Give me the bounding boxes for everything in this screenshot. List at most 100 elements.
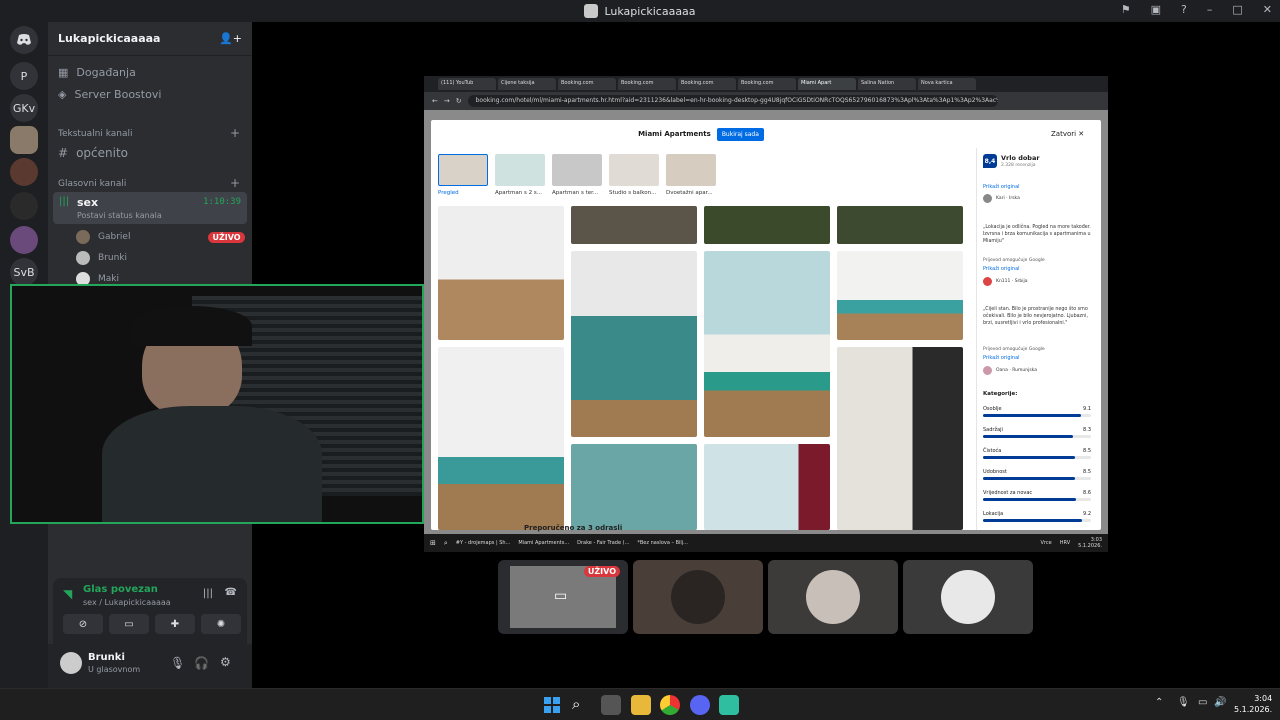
voice-category[interactable]: Glasovni kanali xyxy=(58,179,126,189)
app-icon[interactable] xyxy=(719,695,739,715)
browser-tab[interactable]: Nova kartica xyxy=(918,78,976,90)
browser-tab[interactable]: Salina Nation xyxy=(858,78,916,90)
photo-bathroom-2[interactable] xyxy=(571,444,697,530)
thumb-apartment-2[interactable] xyxy=(495,154,545,186)
photo-kitchen[interactable] xyxy=(438,206,564,340)
server-header[interactable]: Lukapickicaaaaa 👤+ xyxy=(48,22,252,56)
guild-svb[interactable]: SvB xyxy=(10,258,38,286)
photo-bathroom[interactable] xyxy=(571,251,697,437)
minimize-icon[interactable]: – xyxy=(1207,3,1213,16)
show-original-link[interactable]: Prikaži original xyxy=(983,355,1020,361)
show-original-link[interactable]: Prikaži original xyxy=(983,184,1020,190)
user-name[interactable]: Brunki xyxy=(88,652,125,663)
settings-gear-icon[interactable]: ⚙ xyxy=(220,655,231,669)
show-original-link[interactable]: Prikaži original xyxy=(983,266,1020,272)
events-item[interactable]: ▦ Događanja xyxy=(58,66,136,79)
guild-active-avatar[interactable] xyxy=(10,126,38,154)
search-icon[interactable]: ⌕ xyxy=(444,539,448,548)
photo-bathroom-top[interactable] xyxy=(571,206,697,244)
tile-participant[interactable] xyxy=(633,560,763,634)
help-icon[interactable]: ? xyxy=(1181,3,1187,16)
inbox-icon[interactable]: ⚑ xyxy=(1121,3,1131,16)
browser-tab[interactable]: Booking.com xyxy=(618,78,676,90)
microphone-icon[interactable]: 🎙 xyxy=(170,656,185,670)
book-now-button[interactable]: Bukiraj sada xyxy=(716,127,764,141)
browser-tab[interactable]: Booking.com xyxy=(738,78,796,90)
close-icon[interactable]: ✕ xyxy=(1263,3,1272,16)
photo-plants-wall[interactable] xyxy=(704,206,830,244)
browser-tab[interactable]: Cijene taksija xyxy=(498,78,556,90)
guild-avatar-3[interactable] xyxy=(10,192,38,220)
guild-avatar-2[interactable] xyxy=(10,158,38,186)
voice-user-brunki[interactable]: Brunki xyxy=(76,251,127,265)
noise-icon[interactable]: ||| xyxy=(203,588,213,599)
text-category[interactable]: Tekstualni kanali xyxy=(58,129,133,139)
photo-living-bedroom[interactable] xyxy=(438,347,564,530)
camera-button[interactable]: ⊘ xyxy=(63,614,103,634)
soundboard-button[interactable]: ✺ xyxy=(201,614,241,634)
stream-taskbar-item[interactable]: #Y - drojemaps | Sh... xyxy=(456,540,511,546)
browser-tab[interactable]: Booking.com xyxy=(558,78,616,90)
activities-button[interactable]: ✚ xyxy=(155,614,195,634)
stream-taskbar-item[interactable]: Miami Apartments... xyxy=(518,540,569,546)
tile-participant[interactable] xyxy=(903,560,1033,634)
voice-path[interactable]: sex / Lukapickicaaaaa xyxy=(83,598,171,607)
tile-participant[interactable] xyxy=(768,560,898,634)
gallery-modal: Miami Apartments Bukiraj sada Zatvori ✕ … xyxy=(431,120,1101,530)
webcam-stream[interactable] xyxy=(10,284,424,524)
add-text-channel-icon[interactable]: + xyxy=(230,126,240,140)
add-member-icon[interactable]: 👤+ xyxy=(219,32,242,45)
windows-start-icon[interactable] xyxy=(542,695,562,715)
url-field[interactable]: booking.com/hotel/ml/miami-apartments.hr… xyxy=(467,95,998,107)
stream-taskbar-item[interactable]: *Bez naslova – Bilj... xyxy=(637,540,688,546)
screenshare-stream[interactable]: (111) YouTub Cijene taksija Booking.com … xyxy=(424,76,1108,552)
voice-channel-sex[interactable]: ||| sex 1:10:39 Postavi status kanala xyxy=(53,192,247,224)
guild-avatar-4[interactable] xyxy=(10,226,38,254)
thumb-overview[interactable] xyxy=(438,154,488,186)
photo-dining[interactable] xyxy=(837,347,963,530)
close-button[interactable]: Zatvori ✕ xyxy=(1051,130,1084,138)
guild-p[interactable]: P xyxy=(10,62,38,90)
chrome-icon[interactable] xyxy=(660,695,680,715)
volume-icon[interactable]: 🔊 xyxy=(1214,697,1226,708)
photo-plants-wall-2[interactable] xyxy=(837,206,963,244)
photo-twin-bedroom[interactable] xyxy=(704,251,830,437)
back-icon[interactable]: ← xyxy=(432,97,438,105)
chevron-up-icon[interactable]: ⌃ xyxy=(1155,697,1163,708)
voice-user-gabriel[interactable]: Gabriel UŽIVO xyxy=(76,230,245,244)
photo-bedroom-2[interactable] xyxy=(837,251,963,340)
thumb-duplex[interactable] xyxy=(666,154,716,186)
channel-general[interactable]: # općenito xyxy=(58,146,128,160)
photo-bedroom-3[interactable] xyxy=(704,444,830,530)
file-explorer-icon[interactable] xyxy=(631,695,651,715)
guild-gkv[interactable]: GKv xyxy=(10,94,38,122)
reload-icon[interactable]: ↻ xyxy=(456,97,462,105)
forward-icon[interactable]: → xyxy=(444,97,450,105)
task-view-icon[interactable] xyxy=(601,695,621,715)
browser-tab-active[interactable]: Miami Apart xyxy=(798,78,856,90)
windows-start-icon[interactable]: ⊞ xyxy=(430,539,436,547)
taskbar-clock[interactable]: 3:04 5.1.2026. xyxy=(1234,693,1272,715)
thumb-studio-balcony[interactable] xyxy=(609,154,659,186)
search-icon[interactable]: ⌕ xyxy=(572,695,592,715)
add-voice-channel-icon[interactable]: + xyxy=(230,176,240,190)
discord-icon[interactable] xyxy=(690,695,710,715)
disconnect-icon[interactable]: ☎ xyxy=(225,587,237,598)
voice-status[interactable]: Glas povezan xyxy=(83,584,158,595)
headphones-icon[interactable]: 🎧 xyxy=(194,656,209,670)
user-avatar[interactable] xyxy=(60,652,82,674)
discord-home-icon[interactable] xyxy=(10,26,38,54)
voice-timer: 1:10:39 xyxy=(203,197,241,207)
boosts-item[interactable]: ◈ Server Boostovi xyxy=(58,88,161,101)
screenshare-button[interactable]: ▭ xyxy=(109,614,149,634)
network-icon[interactable]: ▭ xyxy=(1198,697,1207,708)
thumb-apartment-terrace[interactable] xyxy=(552,154,602,186)
stream-taskbar-item[interactable]: Drake - Fair Trade (... xyxy=(577,540,629,546)
browser-tab[interactable]: (111) YouTub xyxy=(438,78,496,90)
tile-stream-preview[interactable]: ▭ UŽIVO xyxy=(498,560,628,634)
browser-tab[interactable]: Booking.com xyxy=(678,78,736,90)
maximize-icon[interactable]: □ xyxy=(1232,3,1242,16)
channel-status[interactable]: Postavi status kanala xyxy=(77,211,162,220)
microphone-icon[interactable]: 🎙 xyxy=(1177,697,1190,708)
screen-icon[interactable]: ▣ xyxy=(1151,3,1161,16)
